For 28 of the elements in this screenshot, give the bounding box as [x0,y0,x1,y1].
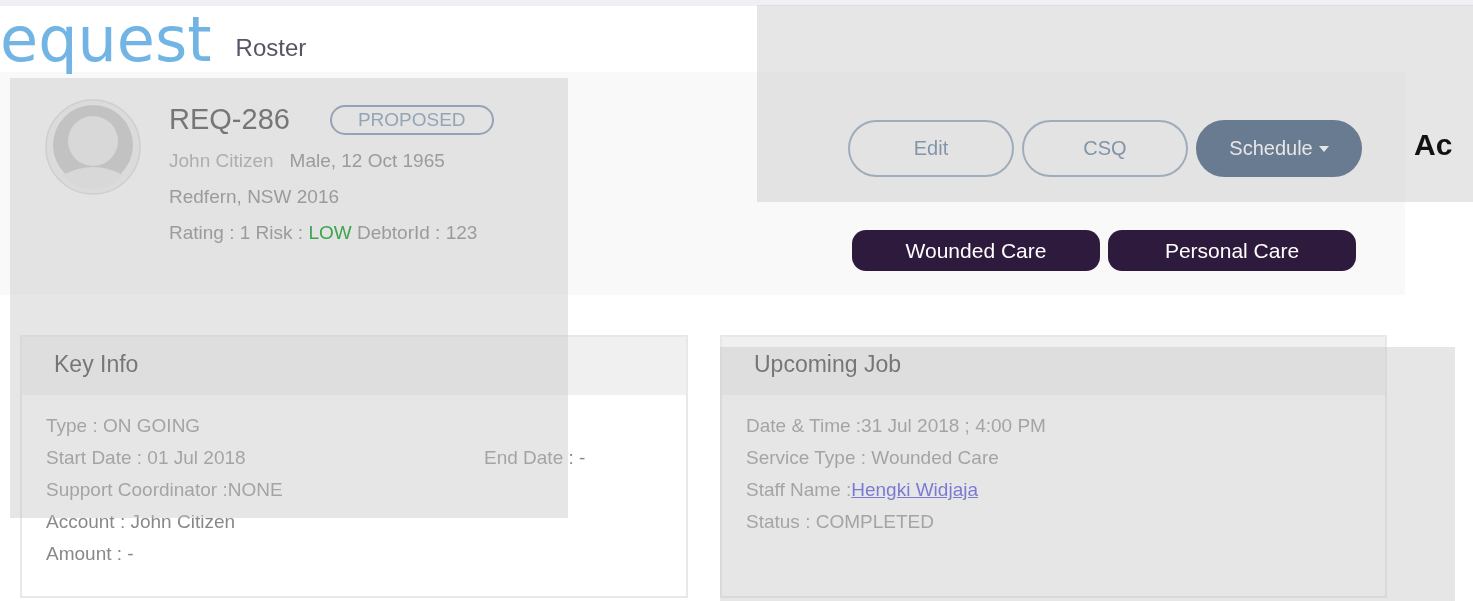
status-badge: PROPOSED [329,104,494,135]
client-address: Redfern, NSW 2016 [169,186,340,208]
back-link[interactable]: Roster [235,34,307,62]
card-title: Key Info [22,337,686,395]
client-details: Male, 12 Oct 1965 [289,150,445,172]
info-text: Amount : - [46,543,134,565]
client-rating: Rating : 1 Risk : LOW DebtorId : 123 [169,222,478,244]
card-title: Upcoming Job [722,337,1385,395]
job-text: Staff Name : [746,479,852,501]
info-text: Type : ON GOING [46,415,201,437]
request-id: REQ-286 [169,103,290,136]
info-text: Account : John Citizen [46,511,236,533]
action-button[interactable]: CSQ [1022,120,1188,177]
job-text: Service Type : Wounded Care [746,447,999,469]
avatar-icon [45,97,141,197]
staff-link[interactable]: Hengki Widjaja [851,479,978,501]
info-text: Start Date : 01 Jul 2018 [46,447,247,469]
job-text: Status : COMPLETED [746,511,934,533]
page-title: equest [0,6,212,72]
service-tag: Personal Care [1108,230,1356,271]
info-text: Support Coordinator :NONE [46,479,283,501]
caret-icon [1318,145,1329,152]
info-text: End Date : - [484,447,586,469]
action-button[interactable]: Edit [848,120,1014,177]
schedule-button[interactable]: Schedule [1196,120,1362,177]
job-text: Date & Time :31 Jul 2018 ; 4:00 PM [746,415,1046,437]
service-tag: Wounded Care [852,230,1100,271]
section-heading: Ac [1414,128,1453,162]
